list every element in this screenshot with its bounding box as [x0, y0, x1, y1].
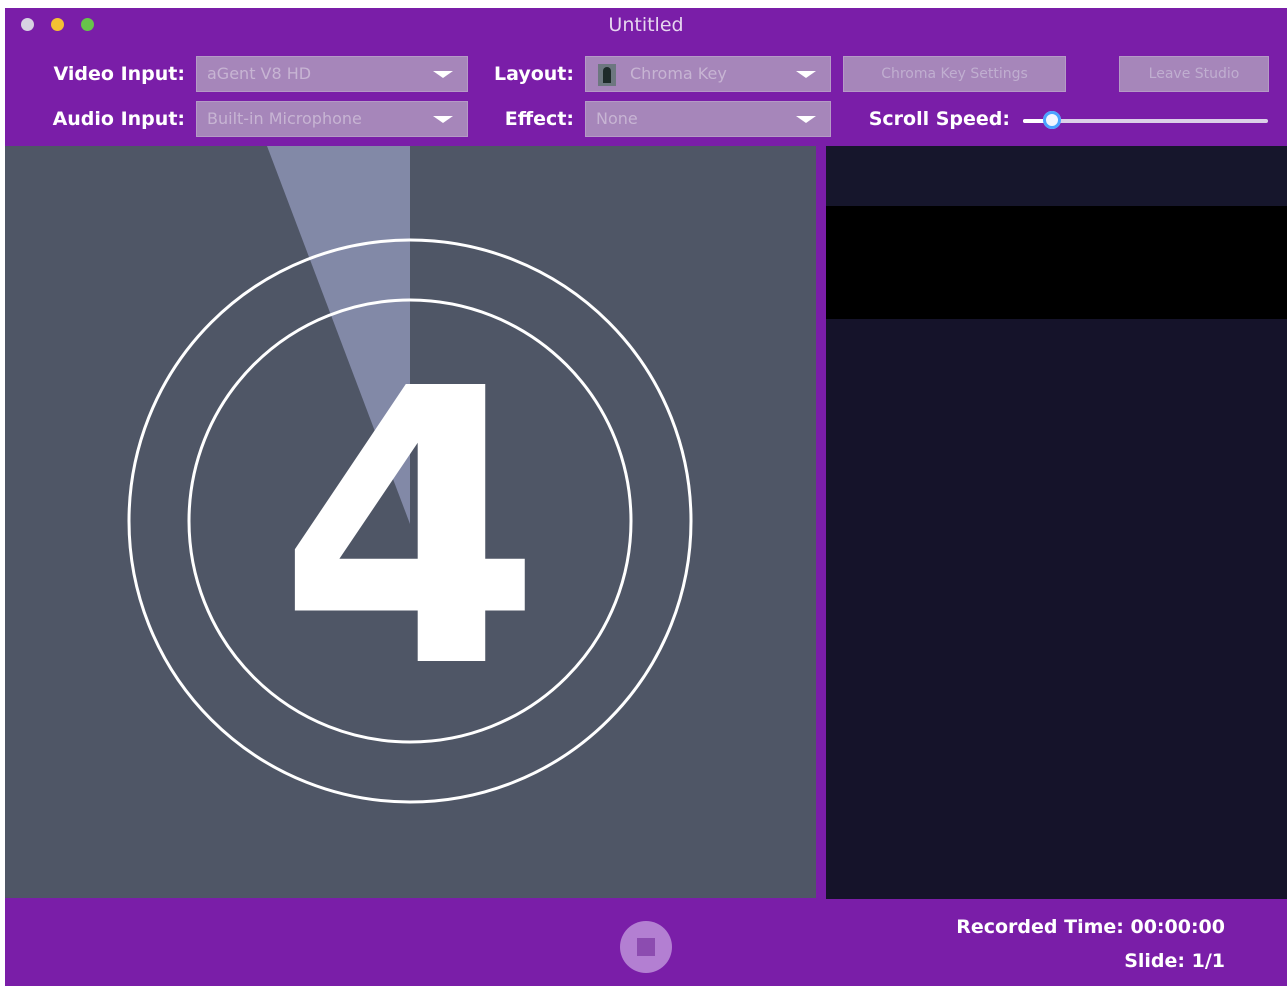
- layout-value: Chroma Key: [630, 64, 727, 83]
- script-panel-highlight: [826, 206, 1287, 319]
- effect-label: Effect:: [504, 108, 574, 130]
- studio-window: Untitled Video Input: aGent V8 HD Layout…: [5, 8, 1287, 986]
- scroll-speed-label: Scroll Speed:: [868, 108, 1010, 130]
- layout-select[interactable]: Chroma Key: [585, 56, 831, 92]
- layout-label: Layout:: [494, 63, 574, 85]
- chroma-key-settings-button[interactable]: Chroma Key Settings: [843, 56, 1066, 92]
- camera-preview: 4: [5, 146, 816, 898]
- chevron-down-icon: [433, 116, 453, 123]
- script-panel[interactable]: [826, 146, 1287, 899]
- title-bar[interactable]: Untitled: [5, 8, 1287, 46]
- chevron-down-icon: [796, 116, 816, 123]
- chevron-down-icon: [433, 71, 453, 78]
- window-title: Untitled: [608, 14, 684, 36]
- effect-value: None: [596, 109, 638, 128]
- audio-input-value: Built-in Microphone: [207, 109, 362, 128]
- countdown-number: 4: [278, 308, 542, 751]
- video-input-select[interactable]: aGent V8 HD: [196, 56, 468, 92]
- audio-input-label: Audio Input:: [52, 108, 185, 130]
- recorded-time: Recorded Time: 00:00:00: [956, 916, 1225, 938]
- slide-counter: Slide: 1/1: [1124, 950, 1225, 972]
- effect-select[interactable]: None: [585, 101, 831, 137]
- scroll-speed-slider-thumb[interactable]: [1043, 111, 1061, 129]
- stop-button[interactable]: [620, 921, 672, 973]
- chevron-down-icon: [796, 71, 816, 78]
- video-input-value: aGent V8 HD: [207, 64, 312, 83]
- audio-input-select[interactable]: Built-in Microphone: [196, 101, 468, 137]
- leave-studio-button[interactable]: Leave Studio: [1119, 56, 1269, 92]
- countdown-leader: 4: [127, 146, 693, 804]
- stop-icon: [637, 938, 655, 956]
- script-panel-header: [826, 146, 1287, 206]
- video-input-label: Video Input:: [53, 63, 185, 85]
- person-silhouette-icon: [598, 64, 616, 86]
